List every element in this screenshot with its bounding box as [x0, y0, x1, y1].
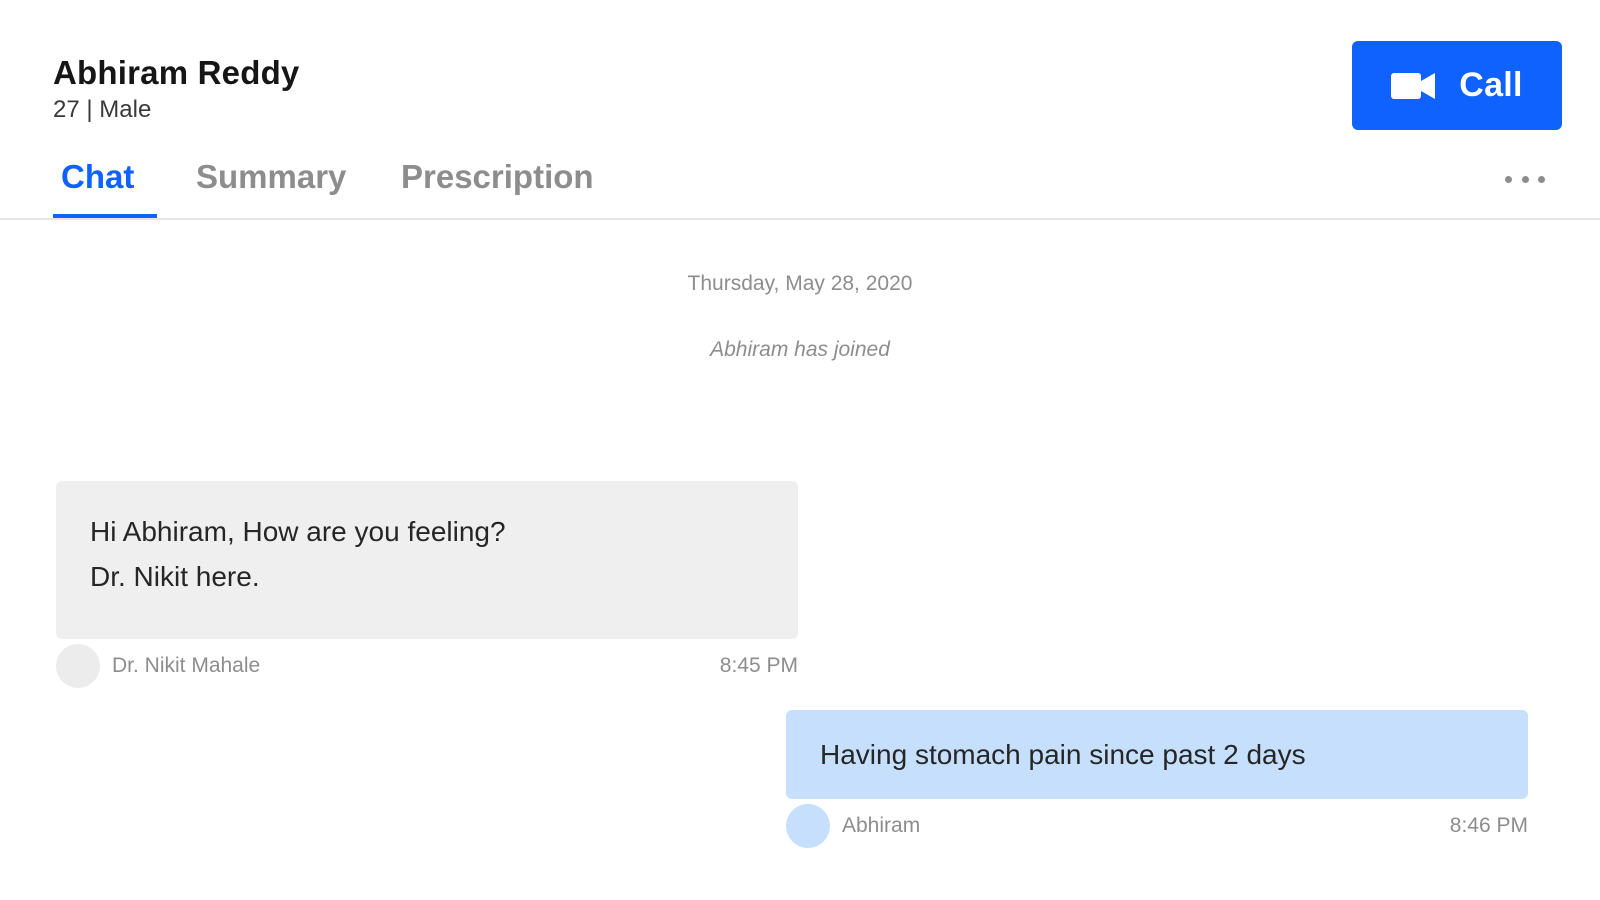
call-button[interactable]: Call: [1352, 41, 1562, 130]
message-line: Having stomach pain since past 2 days: [820, 739, 1306, 770]
avatar: [56, 644, 100, 688]
incoming-message-meta: Dr. Nikit Mahale 8:45 PM: [56, 644, 798, 688]
outgoing-message-bubble: Having stomach pain since past 2 days: [786, 710, 1528, 799]
patient-age-gender: 27 | Male: [53, 96, 152, 123]
message-line: Dr. Nikit here.: [90, 561, 260, 592]
more-horizontal-icon[interactable]: [1505, 172, 1545, 186]
consultation-screen: Abhiram Reddy 27 | Male Call Chat Summar…: [0, 0, 1600, 900]
outgoing-message-meta: Abhiram 8:46 PM: [786, 804, 1528, 848]
sender-name: Abhiram: [842, 814, 921, 837]
message-time: 8:46 PM: [1449, 814, 1528, 837]
join-system-message: Abhiram has joined: [710, 338, 890, 361]
tab-prescription[interactable]: Prescription: [401, 158, 594, 196]
sender-name: Dr. Nikit Mahale: [112, 654, 261, 677]
incoming-message-bubble: Hi Abhiram, How are you feeling? Dr. Nik…: [56, 481, 798, 639]
message-time: 8:45 PM: [719, 654, 798, 677]
tab-summary[interactable]: Summary: [196, 158, 346, 196]
tab-chat[interactable]: Chat: [61, 158, 134, 196]
active-tab-indicator: [53, 214, 157, 218]
message-line: Hi Abhiram, How are you feeling?: [90, 516, 506, 547]
chat-date-separator: Thursday, May 28, 2020: [687, 272, 913, 295]
avatar: [786, 804, 830, 848]
video-camera-icon: [1391, 70, 1436, 102]
patient-name: Abhiram Reddy: [53, 54, 300, 91]
call-button-label: Call: [1459, 66, 1523, 104]
tab-bar: Chat Summary Prescription: [0, 150, 1600, 220]
